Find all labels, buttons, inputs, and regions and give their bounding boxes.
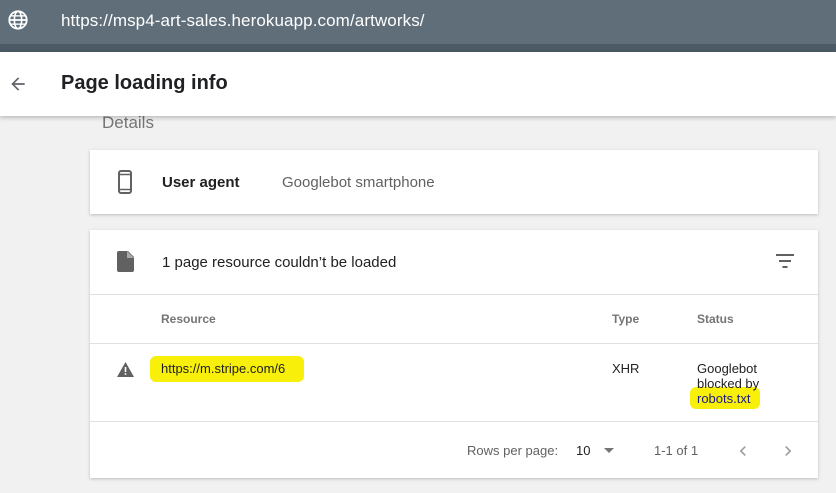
divider — [90, 421, 818, 422]
details-heading: Details — [102, 113, 154, 132]
url-text[interactable]: https://msp4-art-sales.herokuapp.com/art… — [61, 11, 425, 31]
robots-txt-link[interactable]: robots.txt — [697, 391, 759, 406]
rows-per-page-select[interactable]: 10 — [576, 443, 590, 458]
warning-icon — [117, 362, 134, 377]
browser-url-bar[interactable]: https://msp4-art-sales.herokuapp.com/art… — [0, 0, 836, 44]
user-agent-label: User agent — [162, 174, 240, 191]
user-agent-card: User agent Googlebot smartphone — [90, 150, 818, 214]
user-agent-value: Googlebot smartphone — [282, 174, 435, 191]
resource-url[interactable]: https://m.stripe.com/6 — [161, 361, 285, 376]
status-line: Googlebot — [697, 361, 757, 376]
phone-icon — [118, 170, 132, 194]
column-header-resource: Resource — [161, 312, 216, 326]
back-arrow-icon[interactable] — [8, 74, 28, 94]
column-header-status: Status — [697, 312, 734, 326]
page-title: Page loading info — [61, 72, 228, 94]
chevron-right-icon[interactable] — [778, 441, 798, 461]
divider — [90, 294, 818, 295]
column-header-type: Type — [612, 312, 640, 326]
resource-status: Googlebot blocked by robots.txt — [697, 361, 759, 406]
document-icon — [117, 251, 134, 272]
page-header: Page loading info — [0, 52, 836, 116]
resources-title: 1 page resource couldn’t be loaded — [162, 254, 397, 271]
toolbar-strip — [0, 44, 836, 52]
caret-down-icon[interactable] — [604, 448, 614, 453]
resource-type: XHR — [612, 361, 640, 376]
filter-icon[interactable] — [776, 254, 794, 268]
divider — [90, 343, 818, 344]
status-line: blocked by — [697, 376, 760, 391]
pagination-range: 1-1 of 1 — [654, 443, 699, 458]
rows-per-page-label: Rows per page: — [467, 443, 559, 458]
globe-icon — [8, 10, 28, 30]
chevron-left-icon[interactable] — [733, 441, 753, 461]
page-resources-card: 1 page resource couldn’t be loaded Resou… — [90, 230, 818, 478]
